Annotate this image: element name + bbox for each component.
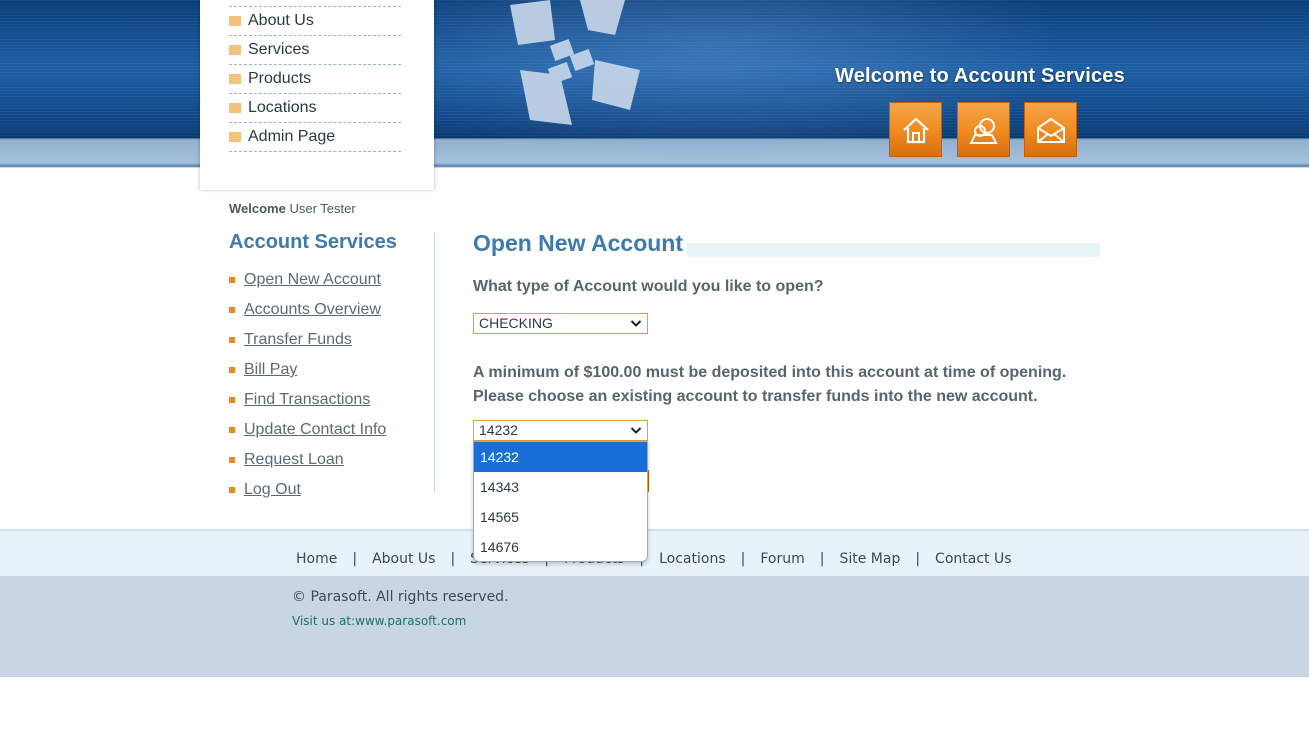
page-title: Open New Account: [473, 230, 687, 257]
separator: |: [450, 551, 456, 567]
visit-link[interactable]: Visit us at:www.parasoft.com: [292, 614, 466, 628]
sidebar-link-log-out[interactable]: Log Out: [244, 481, 301, 499]
sidebar-link-transfer-funds[interactable]: Transfer Funds: [244, 331, 352, 349]
bullet-square-icon: [229, 103, 241, 113]
top-menu-item-about-us[interactable]: About Us: [229, 7, 401, 36]
vertical-divider: [434, 232, 435, 492]
welcome-message: Welcome User Tester: [229, 201, 356, 216]
dropdown-option[interactable]: 14232: [474, 442, 647, 472]
top-menu-item-locations[interactable]: Locations: [229, 94, 401, 123]
top-menu-item-admin-page[interactable]: Admin Page: [229, 123, 401, 152]
sidebar-link-bill-pay[interactable]: Bill Pay: [244, 361, 297, 379]
bullet-icon: [229, 277, 235, 283]
from-account-select[interactable]: 14232: [473, 420, 648, 441]
bullet-icon: [229, 367, 235, 373]
top-menu-label: Locations: [248, 99, 317, 116]
top-menu-item-services[interactable]: Services: [229, 36, 401, 65]
sidebar-link-update-contact-info[interactable]: Update Contact Info: [244, 421, 386, 439]
top-menu-label: Products: [248, 70, 312, 87]
sidebar-item-bill-pay: Bill Pay: [229, 355, 386, 385]
separator: |: [819, 551, 825, 567]
bullet-icon: [229, 337, 235, 343]
separator: |: [915, 551, 921, 567]
dropdown-option[interactable]: 14565: [474, 502, 647, 532]
top-menu-label: Admin Page: [248, 128, 336, 145]
bullet-square-icon: [229, 132, 241, 142]
chevron-down-icon: [630, 427, 642, 434]
chevron-down-icon: [630, 320, 642, 327]
sidebar-title: Account Services: [229, 231, 397, 253]
bullet-icon: [229, 307, 235, 313]
sidebar-item-update-contact-info: Update Contact Info: [229, 415, 386, 445]
from-account-dropdown-list: 14232 14343 14565 14676: [473, 441, 648, 562]
dropdown-option[interactable]: 14676: [474, 532, 647, 561]
home-button[interactable]: [889, 102, 942, 157]
bullet-icon: [229, 487, 235, 493]
footer-link-forum[interactable]: Forum: [760, 551, 804, 567]
separator: |: [352, 551, 358, 567]
top-menu-label: Services: [248, 41, 310, 58]
sidebar-nav: Open New Account Accounts Overview Trans…: [229, 265, 386, 505]
account-type-value: CHECKING: [479, 315, 553, 331]
deposit-info: A minimum of $100.00 must be deposited i…: [473, 361, 1066, 409]
welcome-prefix: Welcome: [229, 201, 286, 216]
contact-button[interactable]: [957, 102, 1010, 157]
sidebar-item-transfer-funds: Transfer Funds: [229, 325, 386, 355]
account-type-select[interactable]: CHECKING: [473, 313, 648, 334]
header-banner: Welcome to Account Services: [0, 0, 1309, 168]
logo-graphic: [510, 0, 640, 125]
contact-icon: [968, 117, 998, 144]
sidebar-link-find-transactions[interactable]: Find Transactions: [244, 391, 370, 409]
sidebar-item-accounts-overview: Accounts Overview: [229, 295, 386, 325]
dropdown-option[interactable]: 14343: [474, 472, 647, 502]
footer-nav: Home|About Us|Services|Products|Location…: [296, 551, 1012, 567]
sidebar-link-accounts-overview[interactable]: Accounts Overview: [244, 301, 381, 319]
copyright-text: © Parasoft. All rights reserved.: [292, 589, 509, 605]
sidebar-link-request-loan[interactable]: Request Loan: [244, 451, 344, 469]
sidebar-link-open-new-account[interactable]: Open New Account: [244, 271, 381, 289]
footer-bottom: [0, 576, 1309, 677]
footer-link-locations[interactable]: Locations: [659, 551, 726, 567]
footer-link-site-map[interactable]: Site Map: [839, 551, 900, 567]
sidebar-item-find-transactions: Find Transactions: [229, 385, 386, 415]
mail-icon: [1036, 117, 1065, 143]
bullet-icon: [229, 397, 235, 403]
deposit-info-line1: A minimum of $100.00 must be deposited i…: [473, 364, 1067, 381]
deposit-info-line2: Please choose an existing account to tra…: [473, 388, 1038, 405]
top-menu: About Us Services Products Locations Adm…: [229, 6, 401, 152]
sidebar-item-request-loan: Request Loan: [229, 445, 386, 475]
sidebar-item-open-new-account: Open New Account: [229, 265, 386, 295]
bullet-square-icon: [229, 74, 241, 84]
mail-button[interactable]: [1024, 102, 1077, 157]
bullet-square-icon: [229, 16, 241, 26]
top-menu-panel: About Us Services Products Locations Adm…: [200, 0, 434, 190]
welcome-username: User Tester: [289, 201, 356, 216]
top-menu-label: About Us: [248, 12, 314, 29]
top-menu-item-products[interactable]: Products: [229, 65, 401, 94]
home-icon: [902, 117, 929, 143]
footer-link-home[interactable]: Home: [296, 551, 337, 567]
from-account-value: 14232: [479, 422, 518, 438]
separator: |: [740, 551, 746, 567]
footer-link-contact-us[interactable]: Contact Us: [935, 551, 1011, 567]
header-welcome-text: Welcome to Account Services: [835, 65, 1125, 87]
bullet-icon: [229, 427, 235, 433]
bullet-square-icon: [229, 45, 241, 55]
bullet-icon: [229, 457, 235, 463]
sidebar-item-log-out: Log Out: [229, 475, 386, 505]
footer-link-about-us[interactable]: About Us: [372, 551, 435, 567]
account-type-question: What type of Account would you like to o…: [473, 278, 824, 295]
